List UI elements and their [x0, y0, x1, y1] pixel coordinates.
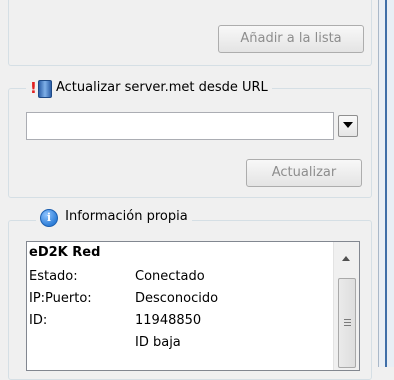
- update-server-met-title: Actualizar server.met desde URL: [56, 80, 268, 95]
- ip-port-value: Desconocido: [135, 291, 219, 306]
- update-button[interactable]: Actualizar: [246, 159, 362, 187]
- info-scrollbar[interactable]: [333, 242, 359, 370]
- add-to-list-button[interactable]: Añadir a la lista: [218, 25, 364, 53]
- server-met-url-input[interactable]: [26, 112, 334, 140]
- id-value: 11948850: [135, 313, 202, 328]
- own-info-title: Información propia: [65, 209, 188, 224]
- own-info-legend: i Información propia: [36, 208, 192, 230]
- url-history-dropdown-button[interactable]: [338, 115, 358, 137]
- ip-port-label: IP:Puerto:: [29, 291, 92, 306]
- window-edge-strip: [378, 0, 394, 367]
- status-label: Estado:: [29, 269, 78, 284]
- id-label: ID:: [29, 313, 48, 328]
- status-value: Conectado: [135, 269, 205, 284]
- chevron-down-icon: [343, 122, 353, 128]
- id-type-value: ID baja: [135, 335, 181, 350]
- scrollbar-thumb[interactable]: [338, 278, 356, 368]
- info-icon: i: [40, 209, 58, 227]
- server-update-icon: !: [28, 79, 56, 98]
- own-info-listbox[interactable]: eD2K Red Estado: Conectado IP:Puerto: De…: [26, 241, 360, 371]
- update-server-met-legend: ! Actualizar server.met desde URL: [26, 79, 272, 99]
- network-heading: eD2K Red: [29, 245, 101, 260]
- scroll-up-arrow-icon[interactable]: [342, 256, 350, 261]
